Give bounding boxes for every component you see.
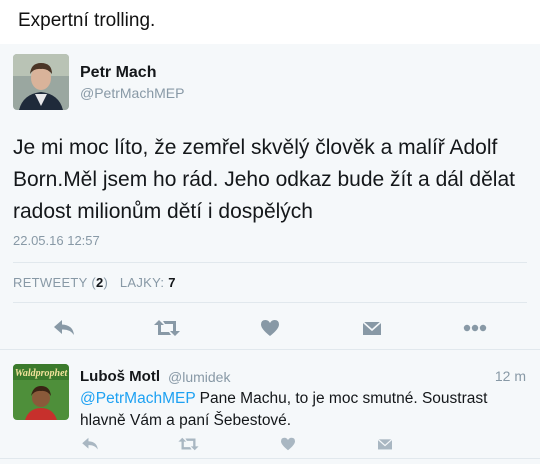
tweet-text: Je mi moc líto, že zemřel skvělý člověk … — [13, 136, 515, 223]
reply-text: @PetrMachMEP Pane Machu, to je moc smutn… — [80, 388, 528, 432]
author-name[interactable]: Petr Mach — [80, 64, 156, 82]
reply-author-handle[interactable]: @lumidek — [168, 369, 230, 385]
author-handle[interactable]: @PetrMachMEP — [80, 85, 184, 101]
mention-link[interactable]: @PetrMachMEP — [80, 390, 195, 407]
likes-label[interactable]: LAJKY: — [120, 275, 164, 290]
reply-timestamp: 12 m — [494, 368, 526, 384]
tweet-timestamp: 22.05.16 12:57 — [13, 233, 100, 248]
tweet-card: Petr Mach @PetrMachMEP Je mi moc líto, ž… — [0, 44, 540, 464]
retweets-label[interactable]: RETWEETY — [13, 275, 87, 290]
envelope-icon — [377, 438, 393, 450]
divider — [13, 302, 527, 303]
main-tweet[interactable]: Petr Mach @PetrMachMEP Je mi moc líto, ž… — [0, 44, 540, 348]
message-button[interactable] — [358, 314, 386, 342]
tweet-actions — [0, 314, 540, 342]
avatar-logo-text: Waldprophet — [15, 368, 69, 379]
reply-icon — [82, 437, 98, 450]
retweet-button[interactable] — [153, 314, 181, 342]
more-button[interactable] — [461, 314, 489, 342]
like-button[interactable] — [256, 314, 284, 342]
divider — [0, 458, 540, 459]
reply-actions — [0, 432, 540, 456]
caption-text: Expertní trolling. — [18, 10, 156, 31]
retweet-icon — [154, 320, 180, 336]
tweet-stats: RETWEETY (2) LAJKY: 7 — [13, 275, 176, 290]
message-button[interactable] — [373, 432, 397, 456]
retweet-button[interactable] — [176, 432, 200, 456]
avatar[interactable]: Waldprophet — [13, 364, 69, 420]
avatar[interactable] — [13, 54, 69, 110]
reply-button[interactable] — [78, 432, 102, 456]
retweets-close: ) — [103, 275, 109, 290]
envelope-icon — [362, 321, 382, 335]
likes-count: 7 — [168, 275, 176, 290]
divider — [13, 262, 527, 263]
reply-author-name[interactable]: Luboš Motl — [80, 368, 160, 385]
reply-tweet[interactable]: Waldprophet Luboš Motl @lumidek 12 m @Pe… — [0, 350, 540, 464]
more-icon — [463, 324, 487, 332]
retweet-icon — [177, 437, 199, 451]
heart-icon — [281, 437, 295, 451]
reply-icon — [54, 320, 74, 335]
like-button[interactable] — [276, 432, 300, 456]
heart-icon — [261, 320, 279, 336]
reply-button[interactable] — [50, 314, 78, 342]
